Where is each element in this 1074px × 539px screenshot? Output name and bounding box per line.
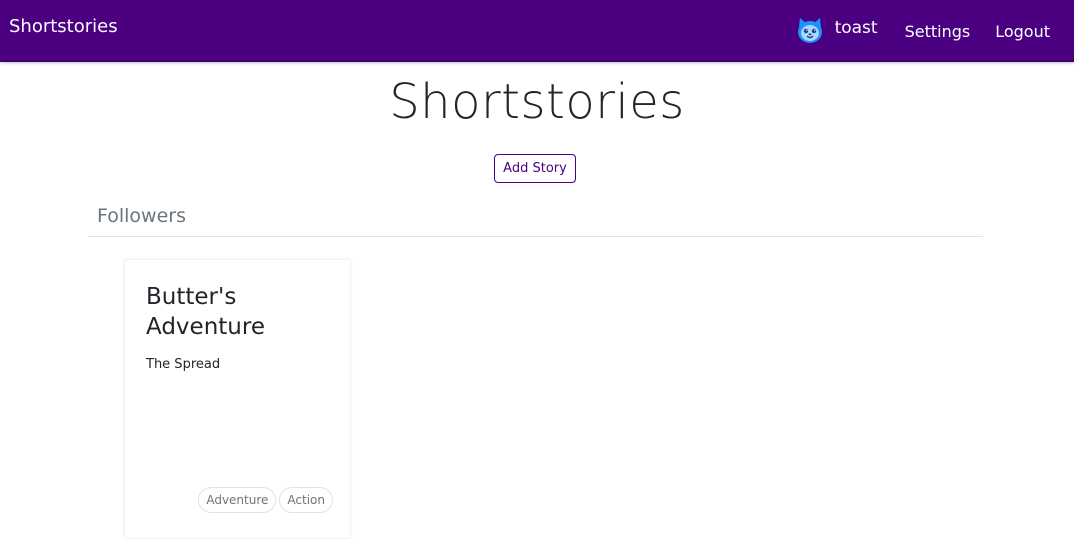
top-navbar: Shortstories toast Settings Logout [0,0,1074,62]
username-link[interactable]: toast [835,18,878,38]
story-card[interactable]: Butter's Adventure The Spread Adventure … [124,259,351,539]
followers-heading: Followers [97,205,186,227]
story-tags: Adventure Action [198,487,333,513]
logout-link[interactable]: Logout [995,22,1050,41]
add-story-button[interactable]: Add Story [494,154,576,183]
nav-right-group: toast Settings Logout [796,14,1050,46]
brand-link[interactable]: Shortstories [9,16,118,37]
settings-link[interactable]: Settings [905,22,971,41]
story-subtitle: The Spread [146,357,221,372]
story-title: Butter's Adventure [146,284,265,340]
section-divider [88,236,983,237]
cat-face-icon[interactable] [796,16,824,44]
tag-adventure[interactable]: Adventure [198,487,277,513]
tag-action[interactable]: Action [279,487,333,513]
page-title: Shortstories [389,74,685,130]
